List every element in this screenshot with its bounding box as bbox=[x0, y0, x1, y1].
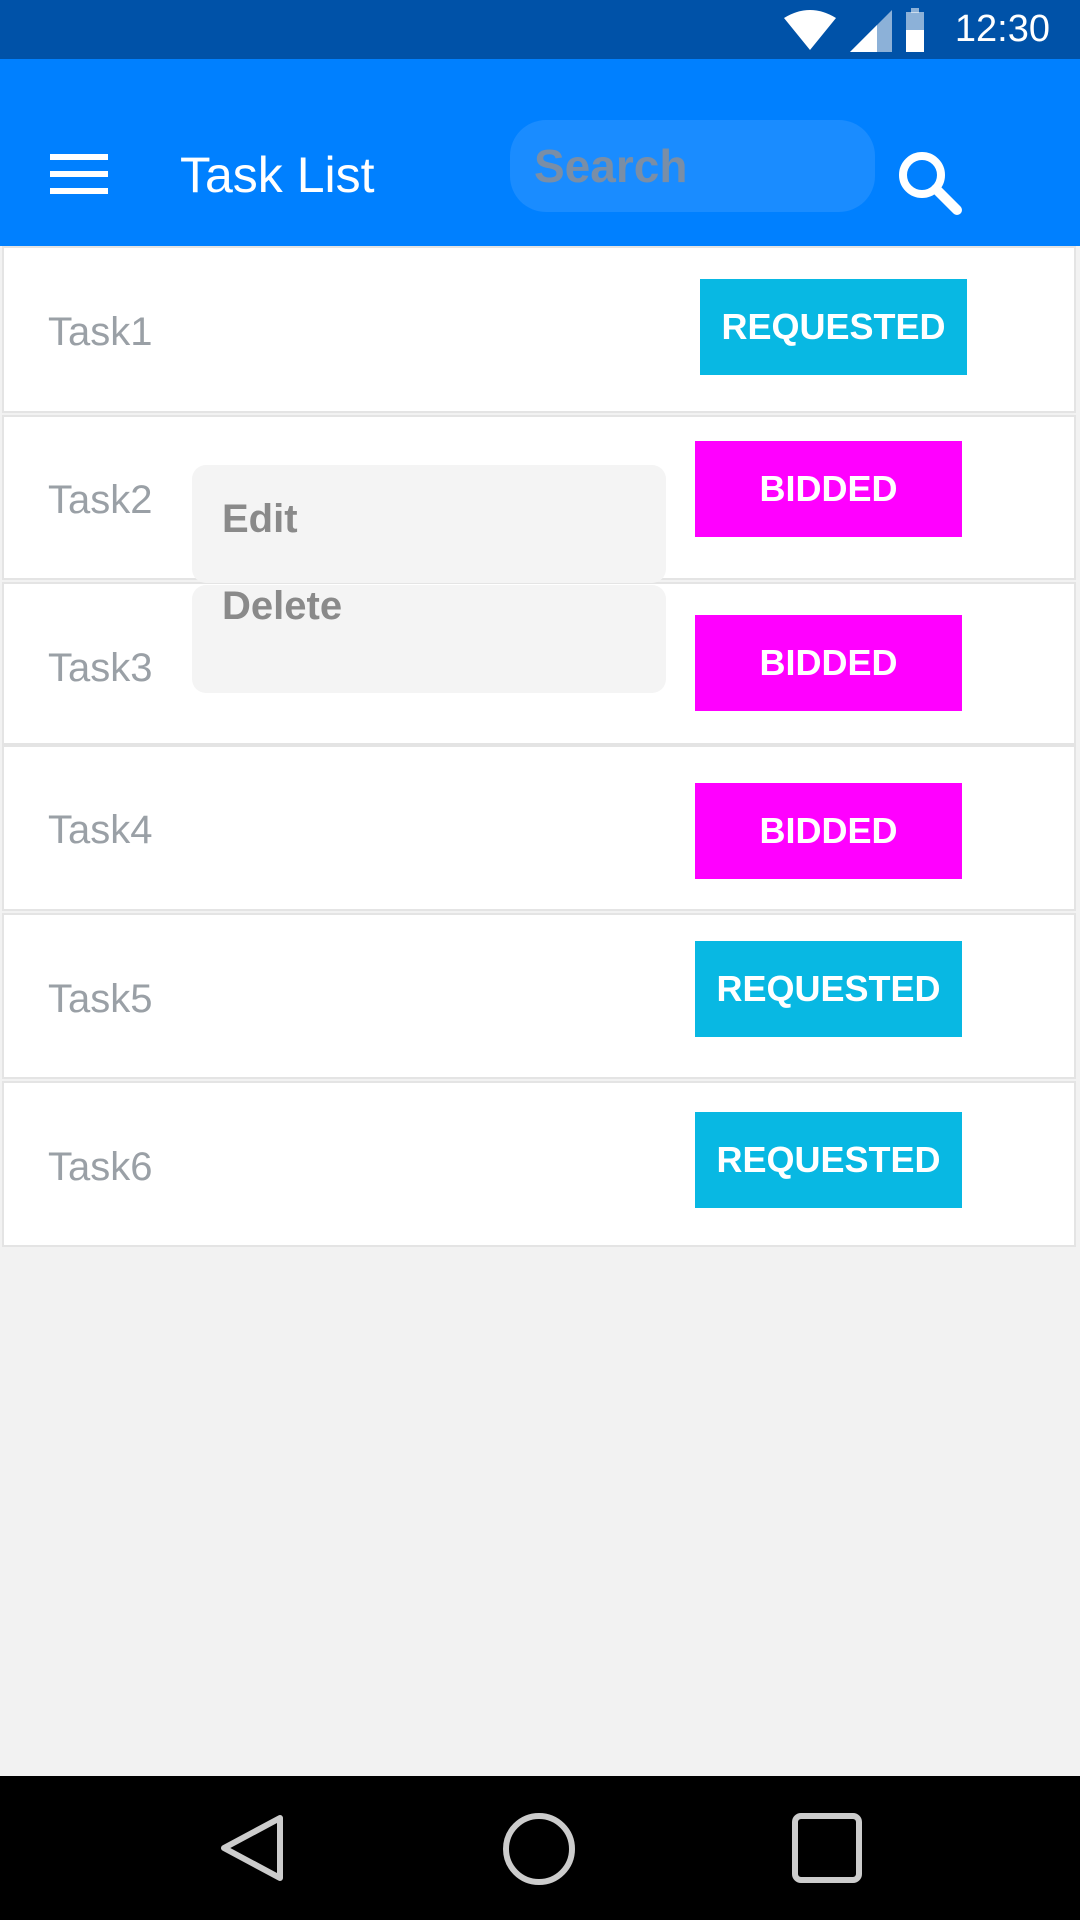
recents-icon[interactable] bbox=[791, 1812, 863, 1884]
navigation-bar bbox=[0, 1776, 1080, 1920]
battery-icon bbox=[906, 8, 924, 52]
status-button-bidded[interactable]: BIDDED bbox=[695, 615, 962, 711]
status-button-bidded[interactable]: BIDDED bbox=[695, 441, 962, 537]
task-name: Task5 bbox=[48, 977, 153, 1021]
status-time: 12:30 bbox=[954, 8, 1050, 50]
menu-item-edit[interactable]: Edit bbox=[222, 497, 298, 542]
status-icons bbox=[782, 8, 932, 52]
search-icon[interactable] bbox=[895, 148, 965, 218]
task-name: Task6 bbox=[48, 1145, 153, 1189]
cell-signal-icon bbox=[850, 10, 892, 52]
task-row[interactable]: Task5 REQUESTED bbox=[2, 913, 1076, 1079]
status-button-requested[interactable]: REQUESTED bbox=[695, 1112, 962, 1208]
task-name: Task3 bbox=[48, 646, 153, 690]
page-title: Task List bbox=[180, 147, 375, 203]
menu-item-delete[interactable]: Delete bbox=[222, 584, 342, 629]
task-row[interactable]: Task4 BIDDED bbox=[2, 745, 1076, 911]
task-row[interactable]: Task1 REQUESTED bbox=[2, 246, 1076, 413]
home-icon[interactable] bbox=[502, 1812, 576, 1886]
status-button-requested[interactable]: REQUESTED bbox=[695, 941, 962, 1037]
back-icon[interactable] bbox=[218, 1812, 290, 1884]
search-input[interactable] bbox=[510, 120, 875, 212]
task-name: Task2 bbox=[48, 478, 153, 522]
status-button-requested[interactable]: REQUESTED bbox=[700, 279, 967, 375]
task-name: Task1 bbox=[48, 310, 153, 354]
status-bar: 12:30 bbox=[0, 0, 1080, 59]
wifi-icon bbox=[784, 10, 836, 50]
task-row[interactable]: Task6 REQUESTED bbox=[2, 1081, 1076, 1247]
status-button-bidded[interactable]: BIDDED bbox=[695, 783, 962, 879]
hamburger-menu-icon[interactable] bbox=[50, 154, 110, 194]
task-name: Task4 bbox=[48, 808, 153, 852]
